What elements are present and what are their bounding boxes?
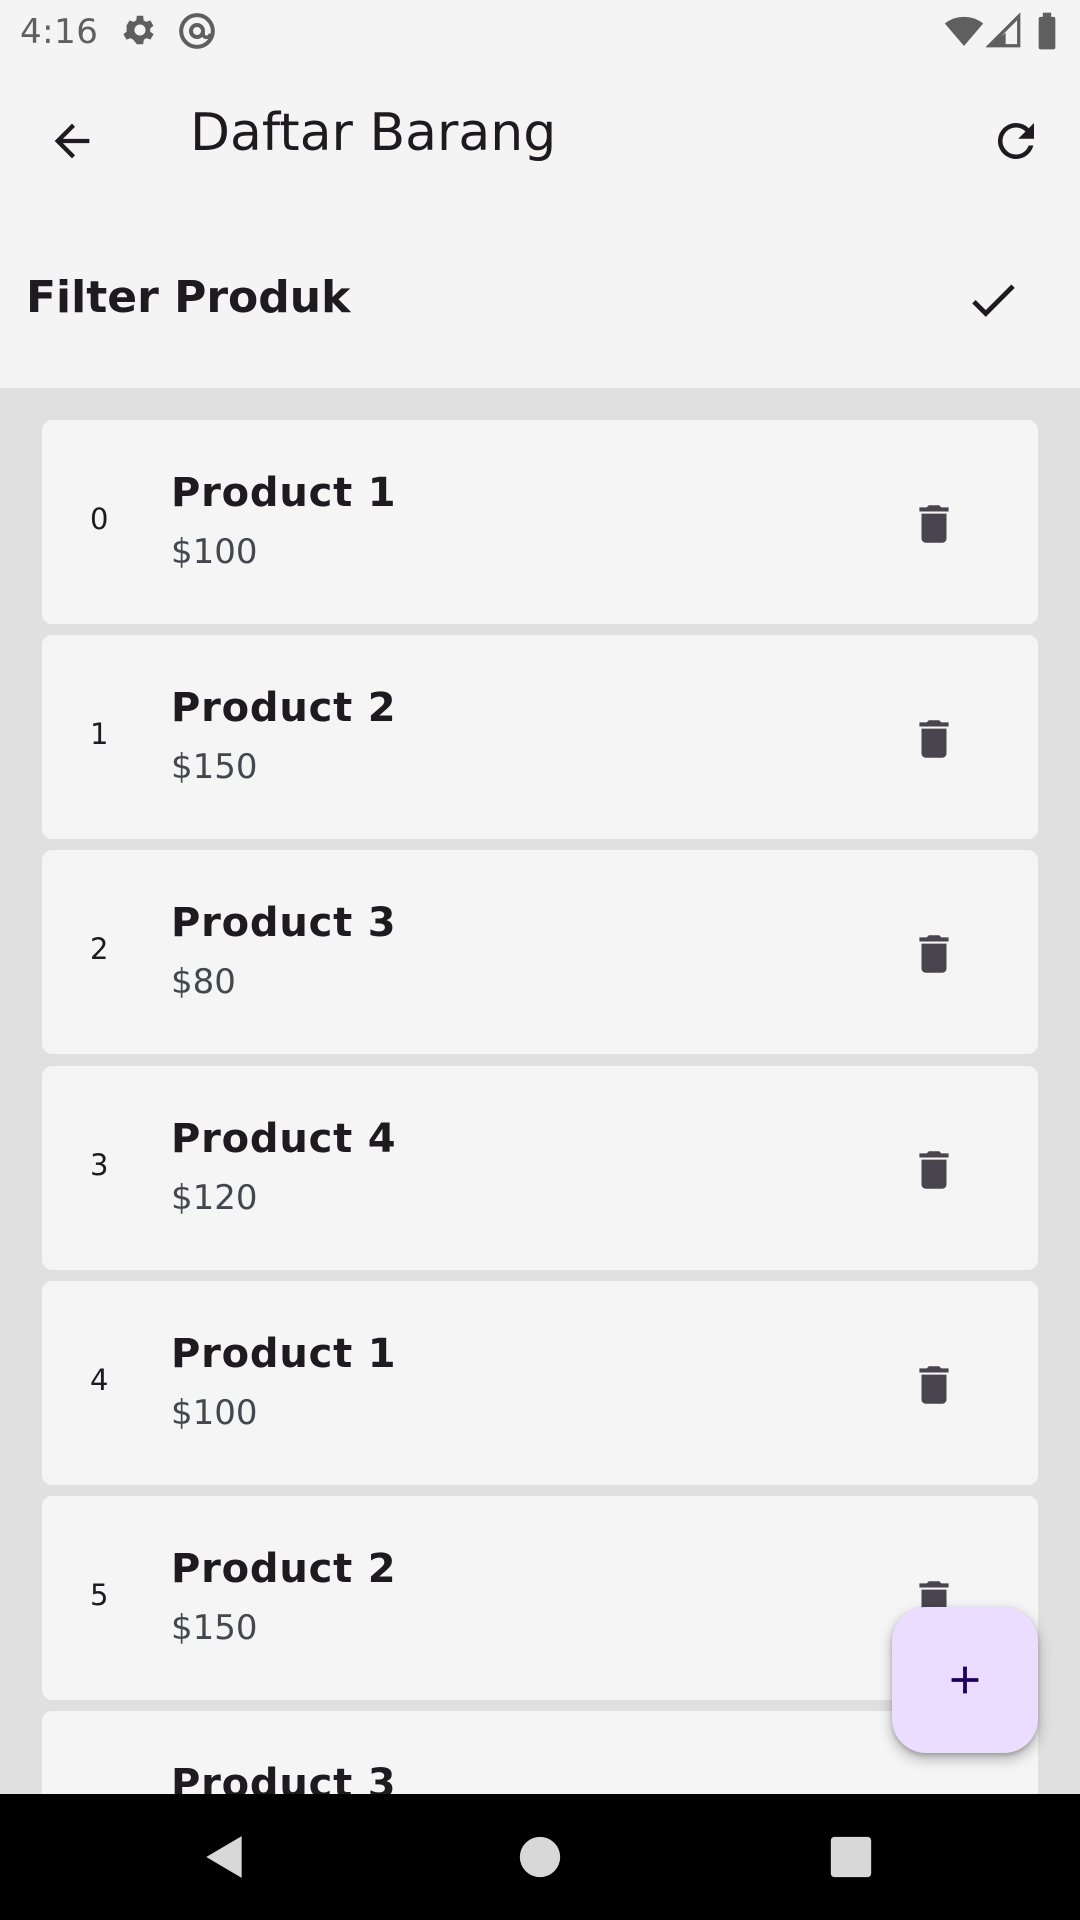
product-index: 3 [90,1148,109,1182]
product-name: Product 1 [171,1331,397,1377]
add-product-button[interactable] [892,1607,1038,1753]
nav-back-icon [206,1836,242,1878]
wifi-icon [944,11,984,55]
add-icon [951,1666,979,1694]
product-index: 1 [90,717,109,751]
at-sign-icon [177,11,217,55]
nav-recents-icon [830,1836,872,1878]
nav-home-button[interactable] [507,1824,573,1890]
delete-button[interactable] [902,707,966,771]
product-name: Product 2 [171,1546,397,1592]
delete-icon [919,505,949,543]
product-index: 4 [90,1363,109,1397]
filter-row: Filter Produk [0,210,1080,388]
back-button[interactable] [36,105,108,177]
delete-icon [919,720,949,758]
battery-icon [1036,11,1058,55]
product-card[interactable]: 3 Product 4 $120 [42,1066,1038,1270]
status-time: 4:16 [20,12,99,52]
delete-button[interactable] [902,492,966,556]
apply-filter-button[interactable] [955,262,1031,338]
check-icon [972,284,1015,317]
product-index: 0 [90,502,109,536]
nav-recents-button[interactable] [818,1824,884,1890]
settings-icon [121,11,159,53]
product-price: $100 [171,1393,258,1433]
delete-icon [919,1151,949,1189]
filter-label: Filter Produk [26,272,351,323]
product-card[interactable]: 2 Product 3 $80 [42,850,1038,1054]
status-bar: 4:16 [0,0,1080,63]
product-card[interactable]: 5 Product 2 $150 [42,1496,1038,1700]
arrow-back-icon [54,123,90,159]
product-index: 2 [90,932,109,966]
product-card[interactable]: 4 Product 1 $100 [42,1281,1038,1485]
delete-button[interactable] [902,1783,966,1794]
delete-button[interactable] [902,922,966,986]
product-index: 5 [90,1578,109,1612]
product-name: Product 3 [171,900,397,946]
app-bar: Daftar Barang [0,63,1080,210]
delete-icon [919,1366,949,1404]
product-price: $80 [171,962,236,1002]
delete-button[interactable] [902,1353,966,1417]
product-card[interactable]: 0 Product 1 $100 [42,420,1038,624]
refresh-button[interactable] [980,105,1052,177]
delete-icon [919,935,949,973]
product-price: $150 [171,747,258,787]
nav-home-icon [519,1836,561,1878]
nav-back-button[interactable] [192,1824,258,1890]
product-name: Product 3 [171,1761,397,1794]
product-name: Product 2 [171,685,397,731]
product-price: $150 [171,1608,258,1648]
product-price: $120 [171,1178,258,1218]
product-card[interactable]: 1 Product 2 $150 [42,635,1038,839]
cellular-signal-icon [985,11,1022,55]
navigation-bar [0,1794,1080,1920]
product-card[interactable]: Product 3 [42,1711,1038,1794]
page-title: Daftar Barang [190,103,557,163]
product-name: Product 4 [171,1116,397,1162]
product-list[interactable]: 0 Product 1 $100 1 Product 2 $150 2 Prod… [0,388,1080,1794]
delete-button[interactable] [902,1138,966,1202]
product-name: Product 1 [171,470,397,516]
product-price: $100 [171,532,258,572]
refresh-icon [997,122,1034,159]
